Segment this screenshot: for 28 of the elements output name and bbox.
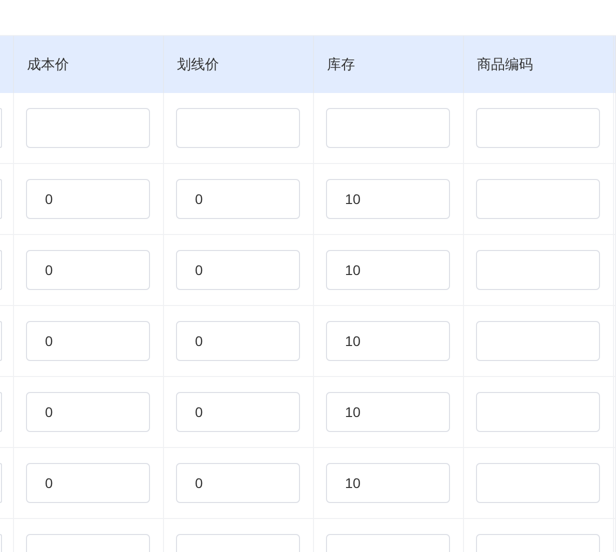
input-field[interactable]: 0	[176, 463, 300, 503]
input-field[interactable]: 10	[326, 321, 450, 361]
input-field[interactable]: 10	[326, 392, 450, 432]
input-field[interactable]	[476, 250, 600, 290]
input-field[interactable]: 0	[176, 321, 300, 361]
input-field[interactable]	[476, 179, 600, 219]
input-field[interactable]	[26, 108, 150, 148]
input-field[interactable]: 0	[26, 392, 150, 432]
column-header: 成本价	[14, 36, 164, 93]
column-header: 商品编码	[464, 36, 614, 93]
input-field[interactable]: 0	[176, 179, 300, 219]
input-field[interactable]: 0	[176, 250, 300, 290]
column-header: 库存	[314, 36, 464, 93]
input-field[interactable]: 10	[326, 179, 450, 219]
input-field[interactable]: 0	[26, 250, 150, 290]
input-field[interactable]	[326, 108, 450, 148]
input-field[interactable]: 10	[326, 250, 450, 290]
input-field[interactable]	[476, 108, 600, 148]
input-field[interactable]: 0	[26, 321, 150, 361]
input-field[interactable]: 0	[176, 392, 300, 432]
input-field[interactable]: 0	[26, 179, 150, 219]
input-field[interactable]	[176, 108, 300, 148]
input-field[interactable]	[476, 321, 600, 361]
input-field[interactable]	[476, 392, 600, 432]
input-field[interactable]	[476, 463, 600, 503]
input-field[interactable]: 0	[26, 463, 150, 503]
column-header: 划线价	[164, 36, 314, 93]
input-field[interactable]: 10	[326, 463, 450, 503]
